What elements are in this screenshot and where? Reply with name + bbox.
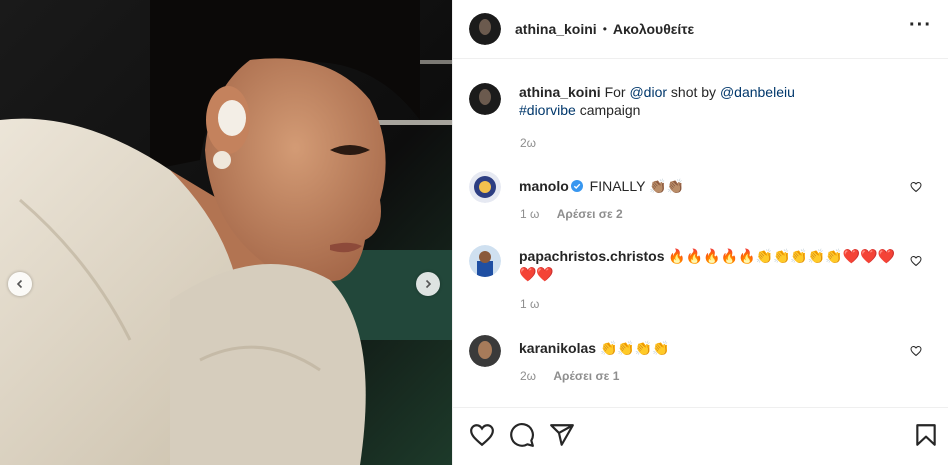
comment-text: papachristos.christos 🔥🔥🔥🔥🔥👏👏👏👏👏❤️❤️❤️❤️… [519, 245, 907, 283]
comment-row: karanikolas 👏👏👏👏 [469, 335, 932, 367]
post-side-panel: athina_koini • Ακολουθείτε ··· athina_ko… [452, 0, 948, 465]
next-image-button[interactable] [416, 272, 440, 296]
chevron-left-icon [16, 279, 23, 289]
verified-badge-icon [570, 180, 583, 192]
comment-username[interactable]: karanikolas [519, 340, 596, 356]
comment-time[interactable]: 1 ω [520, 207, 539, 221]
hashtag-diorvibe[interactable]: #diorvibe [519, 102, 576, 118]
send-icon[interactable] [549, 422, 575, 448]
comments-list: athina_koini For @dior shot by @danbelei… [453, 59, 948, 407]
separator-dot: • [602, 22, 607, 36]
mention-danbeleiu[interactable]: @danbeleiu [720, 84, 795, 100]
caption-middle: shot by [667, 84, 720, 100]
caption-time[interactable]: 2ω [520, 136, 536, 150]
portrait-photo [0, 0, 452, 465]
author-avatar[interactable] [469, 13, 501, 45]
chevron-right-icon [425, 279, 432, 289]
post-actions-bar [453, 407, 948, 465]
caption-suffix: campaign [575, 102, 641, 118]
comment-body: 👏👏👏👏 [599, 340, 670, 356]
heart-icon[interactable] [469, 422, 495, 448]
comment-username[interactable]: papachristos.christos [519, 248, 665, 264]
comment-row: manolo FINALLY 👏🏽👏🏽 [469, 171, 932, 203]
more-icon[interactable]: ··· [909, 14, 932, 45]
commenter-avatar[interactable] [469, 245, 501, 277]
comment-meta: 1 ω Αρέσει σε 2 [520, 207, 637, 221]
caption-text: athina_koini For @dior shot by @danbelei… [519, 83, 907, 119]
caption-avatar[interactable] [469, 83, 501, 115]
follow-status-button[interactable]: Ακολουθείτε [613, 21, 694, 37]
previous-image-button[interactable] [8, 272, 32, 296]
author-username[interactable]: athina_koini [515, 21, 597, 37]
comment-time[interactable]: 1 ω [520, 297, 539, 311]
post-image [0, 0, 452, 465]
caption-meta: 2ω [520, 136, 550, 150]
post-header: athina_koini • Ακολουθείτε ··· [453, 0, 948, 59]
comment-likes[interactable]: Αρέσει σε 1 [553, 369, 619, 383]
comment-meta: 2ω Αρέσει σε 1 [520, 369, 633, 383]
caption-row: athina_koini For @dior shot by @danbelei… [469, 83, 932, 119]
mention-dior[interactable]: @dior [629, 84, 667, 100]
heart-icon[interactable] [910, 181, 922, 193]
commenter-avatar[interactable] [469, 171, 501, 203]
caption-username[interactable]: athina_koini [519, 84, 601, 100]
comment-time[interactable]: 2ω [520, 369, 536, 383]
comment-likes[interactable]: Αρέσει σε 2 [557, 207, 623, 221]
heart-icon[interactable] [910, 255, 922, 267]
comment-text: karanikolas 👏👏👏👏 [519, 335, 907, 367]
bookmark-icon[interactable] [913, 422, 939, 448]
comment-icon[interactable] [509, 422, 535, 448]
commenter-avatar[interactable] [469, 335, 501, 367]
heart-icon[interactable] [910, 345, 922, 357]
comment-text: manolo FINALLY 👏🏽👏🏽 [519, 171, 907, 203]
comment-username[interactable]: manolo [519, 178, 569, 194]
comment-meta: 1 ω [520, 297, 553, 311]
caption-prefix: For [604, 84, 630, 100]
comment-row: papachristos.christos 🔥🔥🔥🔥🔥👏👏👏👏👏❤️❤️❤️❤️… [469, 245, 932, 283]
comment-body: FINALLY 👏🏽👏🏽 [589, 178, 684, 194]
